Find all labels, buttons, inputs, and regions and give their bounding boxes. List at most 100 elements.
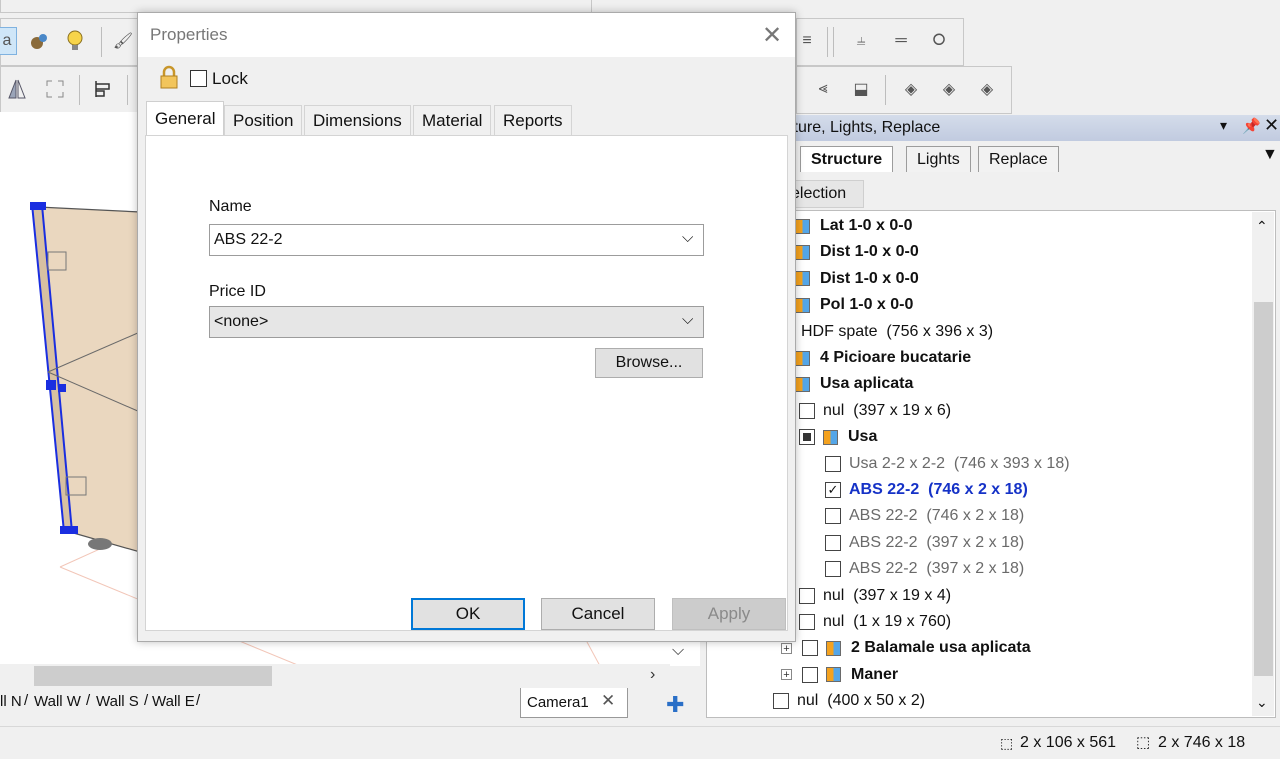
tree-checkbox[interactable]: [773, 693, 789, 710]
dropdown-arrow-icon[interactable]: ▾: [1220, 117, 1227, 134]
close-icon[interactable]: ✕: [762, 21, 782, 50]
part-icon: [795, 271, 810, 287]
rotate-left-icon[interactable]: ◈: [897, 75, 925, 103]
price-id-value: <none>: [214, 313, 269, 330]
scroll-down-arrow[interactable]: ⌄: [1256, 694, 1268, 711]
align-middle-icon[interactable]: ⪡: [809, 75, 837, 103]
name-combobox[interactable]: ABS 22-2 ⌵: [209, 224, 704, 256]
camera-tab-label: Camera1: [527, 694, 589, 711]
tree-row[interactable]: Usa: [799, 424, 877, 450]
chevron-down-icon[interactable]: ⌵: [682, 229, 693, 246]
expand-icon[interactable]: +: [781, 669, 792, 681]
tree-row-label: Lat 1-0 x 0-0: [820, 217, 913, 234]
expand-icon[interactable]: +: [781, 642, 792, 654]
lock-checkbox[interactable]: [190, 70, 207, 87]
tab-structure[interactable]: Structure: [800, 146, 894, 172]
tree-row[interactable]: HDF spate (756 x 396 x 3): [801, 319, 993, 345]
tree-row[interactable]: nul (400 x 50 x 2): [773, 688, 925, 714]
tree-row[interactable]: Lat 1-0 x 0-0: [795, 213, 912, 239]
tree-checkbox[interactable]: [802, 640, 818, 657]
rotate-center-icon[interactable]: ◈: [935, 75, 963, 103]
ok-button[interactable]: OK: [411, 598, 525, 630]
material-brush-icon[interactable]: 🖌: [109, 27, 137, 55]
tab-lights[interactable]: Lights: [906, 146, 971, 172]
fit-view-icon[interactable]: [41, 75, 69, 103]
light-bulb-icon[interactable]: [61, 27, 89, 55]
tree-row[interactable]: ABS 22-2 (397 x 2 x 18): [825, 556, 1024, 582]
tree-checkbox[interactable]: [799, 429, 815, 446]
part-icon: [823, 429, 838, 445]
tab-wall-w[interactable]: Wall W: [34, 693, 81, 710]
price-id-combobox[interactable]: <none> ⌵: [209, 306, 704, 338]
ok-label: OK: [455, 604, 481, 623]
tree-row[interactable]: nul (1 x 19 x 760): [799, 609, 951, 635]
tab-general[interactable]: General: [146, 101, 225, 135]
browse-button[interactable]: Browse...: [595, 348, 703, 378]
scroll-right-icon[interactable]: ›: [650, 666, 655, 684]
tree-row[interactable]: ✓ ABS 22-2 (746 x 2 x 18): [825, 477, 1028, 503]
tree-row[interactable]: +2 Balamale usa aplicata: [781, 635, 1031, 661]
align-icon[interactable]: [89, 75, 117, 103]
tab-dimensions[interactable]: Dimensions: [304, 105, 411, 135]
tree-row[interactable]: ABS 22-2 (397 x 2 x 18): [825, 530, 1024, 556]
tree-row[interactable]: Dist 1-0 x 0-0: [795, 266, 919, 292]
mirror-icon[interactable]: [3, 75, 31, 103]
pin-icon[interactable]: 📌: [1242, 117, 1261, 135]
center-vertical-icon[interactable]: ⫨: [847, 27, 875, 55]
tree-checkbox[interactable]: [799, 614, 815, 630]
toolbar-separator: [885, 75, 886, 105]
rotate-right-icon[interactable]: ◈: [973, 75, 1001, 103]
sphere-material-icon[interactable]: [25, 27, 53, 55]
rotate-icon[interactable]: ⭘: [925, 27, 953, 55]
apply-button[interactable]: Apply: [672, 598, 786, 630]
scroll-down-arrow[interactable]: ⌵: [672, 642, 684, 660]
horizontal-scrollbar-thumb[interactable]: [34, 666, 272, 686]
tree-row[interactable]: ABS 22-2 (746 x 2 x 18): [825, 503, 1024, 529]
tree-row[interactable]: 4 Picioare bucatarie: [795, 345, 971, 371]
tab-material-label: Material: [422, 110, 483, 130]
tree-row[interactable]: nul (397 x 19 x 6): [799, 398, 951, 424]
tabs-menu-icon[interactable]: ▼: [1262, 146, 1278, 164]
tree-row[interactable]: Pol 1-0 x 0-0: [795, 292, 913, 318]
close-icon[interactable]: ✕: [601, 691, 615, 711]
tab-wall-n[interactable]: ll N: [0, 693, 22, 710]
toolbar-row-3: [0, 66, 142, 114]
scroll-up-arrow[interactable]: ⌃: [1256, 218, 1268, 235]
tab-wall-s[interactable]: Wall S: [96, 693, 139, 710]
tree-row[interactable]: nul (397 x 19 x 4): [799, 583, 951, 609]
tree-checkbox[interactable]: [799, 402, 815, 419]
tree-checkbox[interactable]: [825, 561, 841, 578]
selection-size-icon: ⬚: [1000, 735, 1014, 751]
close-icon[interactable]: ✕: [1264, 115, 1279, 136]
tree-checkbox[interactable]: [799, 587, 815, 604]
tree-checkbox[interactable]: [825, 534, 841, 551]
tab-replace[interactable]: Replace: [978, 146, 1059, 172]
distribute-icon[interactable]: ≡: [793, 27, 821, 55]
tree-checkbox[interactable]: ✓: [825, 482, 841, 498]
chevron-down-icon[interactable]: ⌵: [682, 311, 693, 328]
tree-checkbox[interactable]: [825, 508, 841, 525]
tree-row[interactable]: + Maner: [781, 662, 898, 688]
tree-row-label: ABS 22-2 (397 x 2 x 18): [849, 560, 1025, 578]
cancel-button[interactable]: Cancel: [541, 598, 655, 630]
tree-checkbox[interactable]: [802, 666, 818, 683]
tab-camera[interactable]: Camera1 ✕: [520, 688, 628, 718]
tree-row-label: Usa: [848, 428, 878, 446]
vertical-scrollbar-thumb[interactable]: [1254, 302, 1273, 676]
tree-row-label: Usa 2-2 x 2-2 (746 x 393 x 18): [849, 454, 1070, 472]
tree-checkbox[interactable]: [825, 455, 841, 472]
toolbar-separator: [827, 27, 828, 57]
add-view-icon[interactable]: ✚: [666, 692, 684, 718]
tree-row[interactable]: Usa aplicata: [795, 371, 913, 397]
render-mode-button[interactable]: a: [0, 27, 17, 55]
center-horizontal-icon[interactable]: ═: [887, 27, 915, 55]
tab-position[interactable]: Position: [224, 105, 303, 135]
align-bottom-icon[interactable]: ⬓: [847, 75, 875, 103]
tree-row[interactable]: Dist 1-0 x 0-0: [795, 239, 919, 265]
tab-wall-e[interactable]: Wall E: [152, 693, 195, 710]
tab-reports[interactable]: Reports: [494, 105, 572, 135]
part-size-icon: ⬚: [1136, 734, 1151, 751]
tab-reports-label: Reports: [503, 110, 563, 130]
tree-row[interactable]: Usa 2-2 x 2-2 (746 x 393 x 18): [825, 451, 1070, 477]
tab-material[interactable]: Material: [413, 105, 492, 135]
